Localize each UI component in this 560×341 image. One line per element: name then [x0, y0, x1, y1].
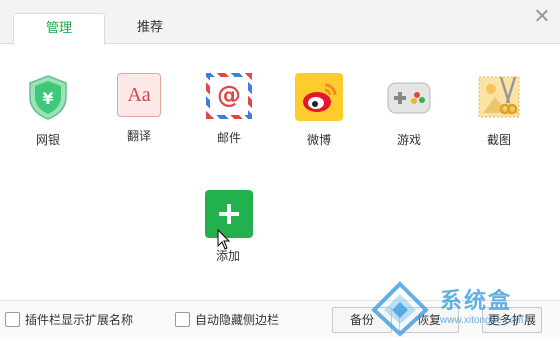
- tab-recommend[interactable]: 推荐: [105, 13, 195, 43]
- mouse-cursor-icon: [217, 229, 231, 250]
- auto-hide-sidebar-label: 自动隐藏侧边栏: [195, 313, 280, 327]
- watermark: 系统盒 www.xitonghe.com: [370, 280, 560, 337]
- scissors-picture-icon: [475, 73, 523, 121]
- app-label: 网银: [35, 133, 60, 147]
- app-label: 截图: [486, 133, 511, 147]
- translate-icon: Aa: [117, 73, 161, 117]
- app-screenshot[interactable]: 截图: [464, 73, 534, 148]
- gamepad-icon: [385, 73, 433, 121]
- app-online-banking[interactable]: ¥ 网银: [13, 73, 83, 148]
- app-mail[interactable]: @ 邮件: [194, 73, 264, 146]
- watermark-url: www.xitonghe.com: [440, 315, 524, 326]
- auto-hide-sidebar-checkbox[interactable]: [175, 312, 190, 327]
- yen-glyph: ¥: [42, 89, 53, 108]
- mail-icon: @: [206, 73, 252, 119]
- show-extension-names-label: 插件栏显示扩展名称: [25, 313, 134, 327]
- app-label: 邮件: [216, 131, 241, 145]
- app-weibo[interactable]: 微博: [284, 73, 354, 148]
- app-label: 游戏: [396, 133, 421, 147]
- watermark-logo-icon: [371, 281, 429, 337]
- weibo-icon: [295, 73, 343, 121]
- close-icon[interactable]: [534, 8, 550, 24]
- tab-bar: 管理 推荐: [0, 0, 560, 45]
- show-extension-names-checkbox[interactable]: [5, 312, 20, 327]
- watermark-text: 系统盒: [440, 289, 513, 314]
- shield-yen-icon: ¥: [24, 73, 72, 121]
- app-label: 翻译: [126, 129, 151, 143]
- app-games[interactable]: 游戏: [374, 73, 444, 148]
- app-label: 微博: [306, 133, 331, 147]
- app-translate[interactable]: Aa 翻译: [104, 73, 174, 144]
- tab-manage[interactable]: 管理: [13, 13, 105, 45]
